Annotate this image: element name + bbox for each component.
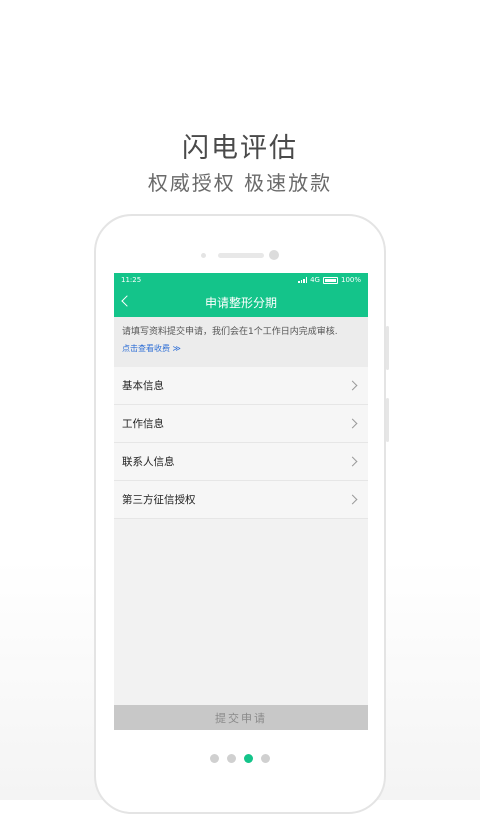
promo-subtitle: 权威授权 极速放款	[147, 171, 333, 195]
nav-bar: 申请整形分期	[114, 287, 368, 317]
list-item-credit-authorization[interactable]: 第三方征信授权	[114, 481, 368, 519]
camera-icon	[269, 250, 279, 260]
list-item-label: 联系人信息	[122, 456, 175, 468]
view-fees-link[interactable]: 点击查看收费 ≫	[122, 342, 360, 356]
list-item-basic-info[interactable]: 基本信息	[114, 367, 368, 405]
battery-icon	[322, 276, 338, 284]
page-dot[interactable]	[261, 754, 270, 763]
chevron-right-icon	[347, 494, 358, 505]
network-type: 4G	[310, 276, 320, 284]
list-item-label: 基本信息	[122, 380, 164, 392]
signal-icon	[298, 277, 308, 283]
battery-level: 100%	[340, 276, 361, 284]
sensor-icon	[201, 253, 206, 258]
page-title: 申请整形分期	[204, 296, 277, 310]
app-screen: 11:25 4G 100% 申请整形分期 请填写资料提交申请，我们会在1个工作日…	[114, 273, 368, 730]
page-dot[interactable]	[210, 754, 219, 763]
chevron-right-icon	[347, 418, 358, 429]
list-item-work-info[interactable]: 工作信息	[114, 405, 368, 443]
form-section-list: 基本信息 工作信息 联系人信息 第三方征信授权	[114, 367, 368, 519]
promo-title: 闪电评估	[182, 133, 298, 164]
chevron-right-icon	[347, 456, 358, 467]
speaker-grille	[218, 253, 264, 258]
notice-panel: 请填写资料提交申请，我们会在1个工作日内完成审核. 点击查看收费 ≫	[114, 317, 368, 367]
list-item-label: 第三方征信授权	[122, 494, 196, 506]
submit-button[interactable]: 提交申请	[114, 705, 368, 730]
status-indicators: 4G 100%	[298, 276, 361, 284]
list-item-label: 工作信息	[122, 418, 164, 430]
chevron-right-icon	[347, 380, 358, 391]
page-indicator	[0, 754, 480, 763]
phone-frame: 11:25 4G 100% 申请整形分期 请填写资料提交申请，我们会在1个工作日…	[94, 214, 389, 814]
list-item-contact-info[interactable]: 联系人信息	[114, 443, 368, 481]
status-time: 11:25	[121, 276, 142, 284]
status-bar: 11:25 4G 100%	[114, 273, 368, 287]
power-button	[386, 398, 389, 442]
page-dot[interactable]	[244, 754, 253, 763]
page-dot[interactable]	[227, 754, 236, 763]
volume-button	[386, 326, 389, 370]
notice-text: 请填写资料提交申请，我们会在1个工作日内完成审核.	[122, 327, 338, 337]
